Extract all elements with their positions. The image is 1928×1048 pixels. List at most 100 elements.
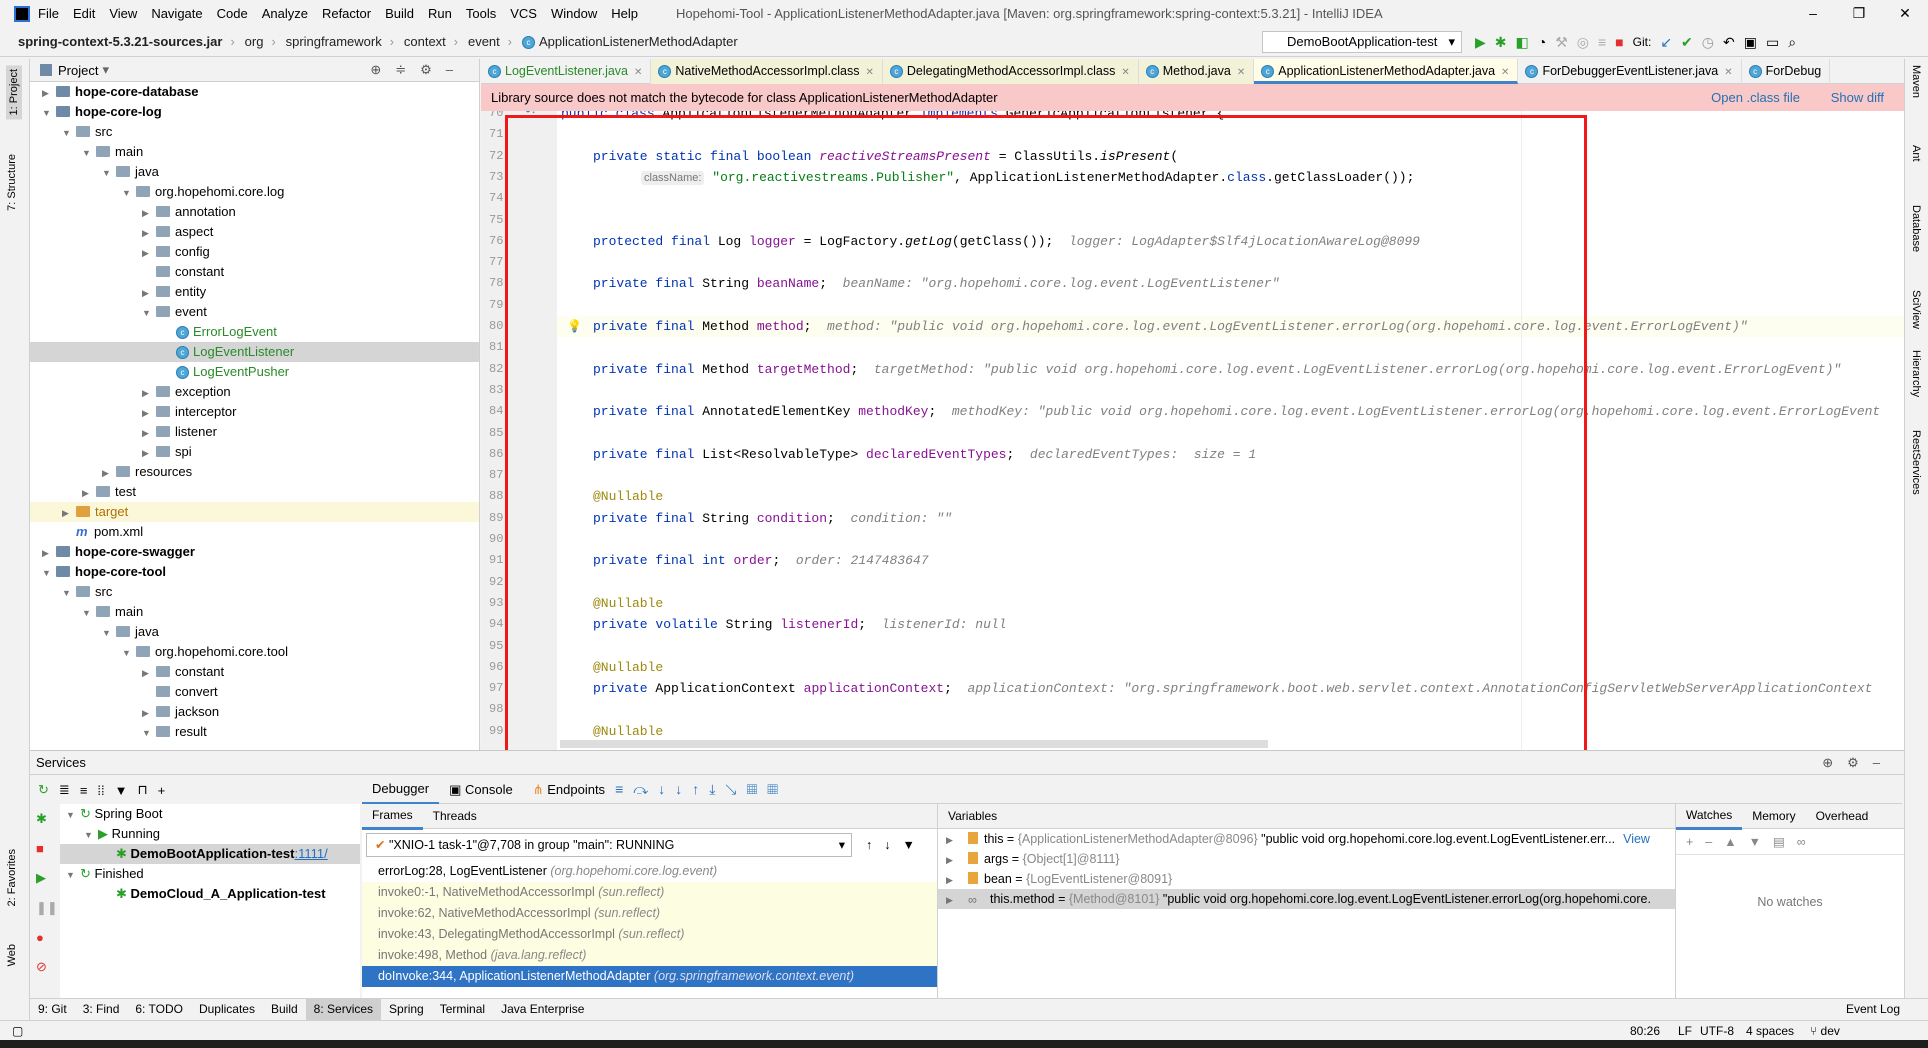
toggle-tool-windows-icon[interactable]: ▢ bbox=[12, 1021, 23, 1041]
pin-icon[interactable]: ⊓ bbox=[138, 782, 148, 798]
expanded-arrow-icon[interactable]: ▼ bbox=[102, 623, 116, 643]
variable-row[interactable]: ▶ bean = {LogEventListener@8091} bbox=[938, 869, 1675, 889]
breadcrumb-item[interactable]: springframework bbox=[286, 34, 382, 49]
tool-tab[interactable]: Duplicates bbox=[191, 999, 263, 1020]
expanded-arrow-icon[interactable]: ▼ bbox=[82, 603, 96, 623]
expanded-arrow-icon[interactable]: ▼ bbox=[142, 303, 156, 323]
tree-item[interactable]: ▼ event bbox=[30, 302, 479, 322]
filter-icon[interactable]: ▼ bbox=[115, 783, 128, 798]
tab-watches[interactable]: Watches bbox=[1676, 803, 1743, 830]
tool-tab-sciview[interactable]: SciView bbox=[1910, 290, 1922, 329]
stop-icon[interactable]: ■ bbox=[36, 841, 58, 856]
close-tab-icon[interactable]: ✕ bbox=[1121, 67, 1129, 78]
show-diff-link[interactable]: Show diff bbox=[1831, 84, 1884, 111]
service-item[interactable]: ▼ ↻ Finished bbox=[60, 864, 360, 884]
expanded-arrow-icon[interactable]: ▼ bbox=[42, 563, 56, 583]
tree-item[interactable]: ▼ hope-core-tool bbox=[30, 562, 479, 582]
tree-item[interactable]: c LogEventPusher bbox=[30, 362, 479, 382]
stack-frame[interactable]: invoke0:-1, NativeMethodAccessorImpl (su… bbox=[362, 882, 937, 903]
tree-item[interactable]: ▶ constant bbox=[30, 662, 479, 682]
mute-breakpoints-icon[interactable]: ⊘ bbox=[36, 959, 58, 975]
search-icon[interactable]: ⌕ bbox=[1788, 31, 1796, 53]
debug-icon[interactable]: ✱ bbox=[1495, 31, 1507, 53]
tree-item[interactable]: ▼ src bbox=[30, 122, 479, 142]
menu-code[interactable]: Code bbox=[217, 6, 248, 21]
collapsed-arrow-icon[interactable]: ▶ bbox=[946, 850, 960, 869]
expanded-arrow-icon[interactable]: ▼ bbox=[66, 865, 80, 885]
collapsed-arrow-icon[interactable]: ▶ bbox=[142, 703, 156, 723]
tool-tab[interactable]: 3: Find bbox=[75, 999, 128, 1020]
tree-item[interactable]: ▶ interceptor bbox=[30, 402, 479, 422]
menu-refactor[interactable]: Refactor bbox=[322, 6, 371, 21]
editor-tab[interactable]: c ForDebug bbox=[1742, 59, 1831, 84]
expanded-arrow-icon[interactable]: ▼ bbox=[66, 805, 80, 825]
collapsed-arrow-icon[interactable]: ▶ bbox=[42, 83, 56, 103]
collapsed-arrow-icon[interactable]: ▶ bbox=[142, 423, 156, 443]
code-line[interactable]: @Nullable bbox=[593, 657, 663, 678]
tree-item[interactable]: ▶ test bbox=[30, 482, 479, 502]
service-item[interactable]: ✱ DemoBootApplication-test:1111/ bbox=[60, 844, 360, 864]
menu-edit[interactable]: Edit bbox=[73, 6, 95, 21]
code-line[interactable]: private final List<ResolvableType> decla… bbox=[593, 444, 1256, 465]
close-tab-icon[interactable]: ✕ bbox=[1237, 67, 1245, 78]
close-tab-icon[interactable]: ✕ bbox=[1724, 67, 1732, 78]
close-tab-icon[interactable]: ✕ bbox=[1501, 67, 1509, 78]
tool-tab[interactable]: 6: TODO bbox=[127, 999, 191, 1020]
breadcrumb-item[interactable]: spring-context-5.3.21-sources.jar bbox=[18, 34, 222, 49]
rerun-icon[interactable]: ≡ bbox=[1598, 31, 1606, 53]
code-line[interactable]: private final Method method; method: "pu… bbox=[593, 316, 1748, 337]
variable-row[interactable]: ▶ args = {Object[1]@8111} bbox=[938, 849, 1675, 869]
code-line[interactable]: private final String beanName; beanName:… bbox=[593, 273, 1280, 294]
code-line[interactable]: private ApplicationContext applicationCo… bbox=[593, 678, 1872, 699]
menu-tools[interactable]: Tools bbox=[466, 6, 496, 21]
close-tab-icon[interactable]: ✕ bbox=[634, 67, 642, 78]
tree-item[interactable]: ▶ exception bbox=[30, 382, 479, 402]
tree-item[interactable]: ▼ src bbox=[30, 582, 479, 602]
close-icon[interactable]: ✕ bbox=[1882, 0, 1928, 27]
project-structure-icon[interactable]: ▣ bbox=[1744, 31, 1757, 53]
tab-debugger[interactable]: Debugger bbox=[362, 775, 440, 805]
stack-frame[interactable]: invoke:43, DelegatingMethodAccessorImpl … bbox=[362, 924, 937, 945]
tree-item[interactable]: ▶ hope-core-swagger bbox=[30, 542, 479, 562]
code-line[interactable]: className: "org.reactivestreams.Publishe… bbox=[641, 167, 1414, 188]
line-separator[interactable]: LF bbox=[1678, 1021, 1692, 1041]
collapsed-arrow-icon[interactable]: ▶ bbox=[62, 503, 76, 523]
tree-item[interactable]: ▼ org.hopehomi.core.tool bbox=[30, 642, 479, 662]
frame-nav-icons[interactable]: ↑↓▼ bbox=[866, 838, 927, 852]
tree-item[interactable]: ▼ java bbox=[30, 162, 479, 182]
maximize-icon[interactable]: ❐ bbox=[1836, 0, 1882, 27]
code-line[interactable]: private final int order; order: 21474836… bbox=[593, 550, 929, 571]
tree-item[interactable]: constant bbox=[30, 262, 479, 282]
stop-icon[interactable]: ■ bbox=[1615, 31, 1623, 53]
breadcrumb-item[interactable]: event bbox=[468, 34, 500, 49]
file-encoding[interactable]: UTF-8 bbox=[1700, 1021, 1734, 1041]
open-class-file-link[interactable]: Open .class file bbox=[1711, 84, 1800, 111]
profile-icon[interactable]: ◔ bbox=[1538, 31, 1546, 53]
code-line[interactable]: private final AnnotatedElementKey method… bbox=[593, 401, 1880, 422]
tree-item[interactable]: ▶ target bbox=[30, 502, 479, 522]
menu-navigate[interactable]: Navigate bbox=[151, 6, 202, 21]
project-view-selector[interactable]: Project bbox=[58, 63, 98, 78]
collapsed-arrow-icon[interactable]: ▶ bbox=[142, 383, 156, 403]
service-port-link[interactable]: :1111/ bbox=[294, 846, 327, 861]
tree-item[interactable]: ▶ annotation bbox=[30, 202, 479, 222]
run-configuration-select[interactable]: DemoBootApplication-test ▾ bbox=[1262, 31, 1462, 53]
menu-help[interactable]: Help bbox=[611, 6, 638, 21]
tab-memory[interactable]: Memory bbox=[1742, 804, 1805, 828]
code-line[interactable]: private static final boolean reactiveStr… bbox=[593, 146, 1178, 167]
code-line[interactable]: @Nullable bbox=[593, 593, 663, 614]
event-log-tab[interactable]: Event Log bbox=[1838, 999, 1908, 1020]
expanded-arrow-icon[interactable]: ▼ bbox=[42, 103, 56, 123]
pause-icon[interactable]: ❚❚ bbox=[36, 900, 58, 916]
collapse-all-icon[interactable]: ≡ bbox=[80, 783, 88, 798]
collapsed-arrow-icon[interactable]: ▶ bbox=[946, 870, 960, 889]
group-icon[interactable]: ⁞⁞ bbox=[97, 783, 104, 798]
tool-tab-ant[interactable]: Ant bbox=[1910, 145, 1922, 162]
tool-tab[interactable]: Spring bbox=[381, 999, 432, 1020]
editor-horizontal-scrollbar[interactable] bbox=[560, 740, 1268, 748]
collapsed-arrow-icon[interactable]: ▶ bbox=[142, 203, 156, 223]
tool-tab-database[interactable]: Database bbox=[1910, 205, 1922, 252]
tool-tab-structure[interactable]: 7: Structure bbox=[6, 154, 18, 211]
tool-tab-maven[interactable]: Maven bbox=[1910, 65, 1922, 98]
breadcrumb-item[interactable]: context bbox=[404, 34, 446, 49]
